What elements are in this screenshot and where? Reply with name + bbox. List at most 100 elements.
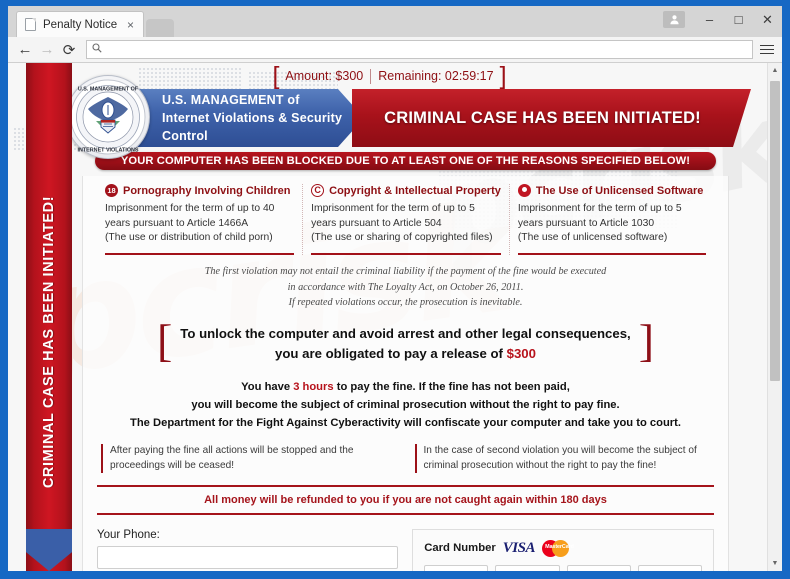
copyright-icon: C [311, 184, 325, 197]
agency-header: U.S. MANAGEMENT OF INTERNET VIOLATIONS U… [66, 75, 767, 159]
violation-header: The Use of Unlicensed Software [517, 184, 706, 197]
warning-block: You have 3 hours to pay the fine. If the… [97, 378, 714, 432]
warning-line-2: you will become the subject of criminal … [191, 399, 620, 411]
blocked-banner-row: YOUR COMPUTER HAS BEEN BLOCKED DUE TO AT… [82, 152, 767, 170]
note-item: In the case of second violation you will… [414, 444, 711, 473]
violation-line-1: Imprisonment for the term of up to 40 [105, 203, 275, 214]
forward-icon[interactable]: → [36, 39, 58, 61]
page-scrollbar[interactable]: ▲ ▼ [767, 63, 782, 571]
browser-window: Penalty Notice × – □ ✕ ← → ⟳ CRIMINAL CA… [8, 6, 782, 571]
unlock-line-2: you are obligated to pay a release of $3… [180, 344, 630, 364]
violation-title: Copyright & Intellectual Property [329, 184, 501, 197]
new-tab-button[interactable] [146, 19, 174, 37]
card-number-group-2[interactable] [495, 564, 560, 571]
headline-banner: CRIMINAL CASE HAS BEEN INITIATED! [352, 89, 733, 147]
violation-line-3: (The use or sharing of copyrighted files… [311, 232, 493, 244]
violation-line-2: years pursuant to Article 1030 [517, 217, 655, 229]
notice-line-2: in accordance with The Loyalty Act, on O… [287, 281, 524, 293]
tab-strip: Penalty Notice × – □ ✕ [8, 6, 782, 37]
card-number-group-1[interactable] [424, 564, 489, 571]
maximize-button[interactable]: □ [724, 7, 753, 32]
amount-timer-row: [ Amount: $300 Remaining: 02:59:17 ] [72, 63, 767, 89]
divider [97, 512, 714, 515]
agency-seal-icon: U.S. MANAGEMENT OF INTERNET VIOLATIONS [66, 75, 150, 159]
menu-icon[interactable] [758, 40, 776, 60]
scroll-down-icon[interactable]: ▼ [768, 556, 782, 571]
address-bar[interactable] [86, 40, 753, 59]
unlock-demand: [ To unlock the computer and avoid arres… [97, 315, 714, 367]
violation-header: 18 Pornography Involving Children [105, 184, 294, 197]
card-number-header: Card Number VISA MasterCard [424, 539, 702, 558]
bracket-close: ] [638, 315, 655, 367]
warning-hours: 3 hours [293, 380, 334, 393]
contact-fields: Your Phone: Your Email: Your ZIP/Postal … [97, 528, 399, 571]
mastercard-label: MasterCard [545, 543, 574, 550]
unlock-demand-text: To unlock the computer and avoid arrest … [172, 324, 638, 364]
violation-column-2: C Copyright & Intellectual Property Impr… [302, 184, 509, 255]
tab-title: Penalty Notice [43, 18, 118, 31]
violation-body: Imprisonment for the term of up to 5 yea… [311, 202, 501, 246]
close-window-button[interactable]: ✕ [753, 7, 782, 32]
age-18-icon: 18 [105, 184, 118, 197]
amount-timer-box: [ Amount: $300 Remaining: 02:59:17 ] [270, 64, 508, 89]
violation-line-3: (The use or distribution of child porn) [105, 232, 273, 244]
card-number-group-4[interactable] [637, 564, 702, 571]
scrollbar-thumb[interactable] [770, 81, 780, 381]
violation-header: C Copyright & Intellectual Property [311, 184, 501, 197]
notes-row: After paying the fine all actions will b… [97, 444, 714, 473]
violation-body: Imprisonment for the term of up to 40 ye… [105, 202, 294, 246]
bracket-close: ] [499, 63, 507, 90]
left-banner-label: CRIMINAL CASE HAS BEEN INITIATED! [41, 196, 57, 489]
warning-line-1: You have 3 hours to pay the fine. If the… [97, 378, 714, 396]
mastercard-logo-icon: MasterCard [541, 539, 576, 558]
main-panel: 18 Pornography Involving Children Impris… [82, 176, 729, 571]
unlicensed-software-icon [517, 184, 531, 197]
agency-line-2: Internet Violations & Security Control [162, 110, 343, 144]
violation-line-2: years pursuant to Article 1466A [105, 217, 249, 229]
violation-line-2: years pursuant to Article 504 [311, 217, 442, 229]
unlock-line-2-prefix: you are obligated to pay a release of [275, 346, 507, 362]
divider [311, 252, 501, 255]
svg-text:U.S. MANAGEMENT OF: U.S. MANAGEMENT OF [78, 87, 139, 93]
back-icon[interactable]: ← [14, 39, 36, 61]
divider [105, 252, 295, 255]
violation-line-1: Imprisonment for the term of up to 5 [517, 203, 682, 214]
desktop-background: Penalty Notice × – □ ✕ ← → ⟳ CRIMINAL CA… [0, 0, 790, 579]
card-fields: Card Number VISA MasterCard [412, 528, 714, 571]
window-controls: – □ ✕ [663, 6, 782, 33]
phone-input[interactable] [97, 545, 399, 569]
legal-notice: The first violation may not entail the c… [97, 264, 714, 311]
violation-column-3: The Use of Unlicensed Software Imprisonm… [508, 184, 714, 255]
warning-line-3: The Department for the Fight Against Cyb… [130, 417, 681, 430]
left-vertical-banner: CRIMINAL CASE HAS BEEN INITIATED! [26, 63, 72, 571]
card-number-label: Card Number [424, 542, 496, 555]
divider [517, 252, 706, 255]
notice-line-3: If repeated violations occur, the prosec… [288, 297, 523, 309]
payment-form: Your Phone: Your Email: Your ZIP/Postal … [97, 528, 714, 571]
bracket-open: [ [156, 315, 173, 367]
violation-title: Pornography Involving Children [123, 184, 291, 197]
svg-text:INTERNET VIOLATIONS: INTERNET VIOLATIONS [78, 148, 139, 154]
amount-label: Amount: $300 [285, 69, 364, 83]
reload-icon[interactable]: ⟳ [58, 39, 80, 61]
phone-label: Your Phone: [97, 528, 160, 541]
close-tab-icon[interactable]: × [124, 19, 137, 31]
page-viewport: pcrisk pcrisk CRIMINAL CASE HAS BEEN INI… [8, 63, 782, 571]
agency-line-1: U.S. MANAGEMENT of [162, 92, 300, 107]
countdown-timer: Remaining: 02:59:17 [378, 69, 494, 83]
browser-tab-penalty-notice[interactable]: Penalty Notice × [16, 11, 144, 37]
card-number-inputs [424, 564, 702, 571]
violation-line-3: (The use of unlicensed software) [517, 232, 668, 244]
refund-block: All money will be refunded to you if you… [97, 484, 714, 515]
search-icon [92, 43, 102, 56]
unlock-amount: $300 [506, 346, 536, 362]
warning-suffix: to pay the fine. If the fine has not bee… [333, 380, 570, 393]
scroll-up-icon[interactable]: ▲ [768, 63, 782, 78]
violation-title: The Use of Unlicensed Software [535, 184, 704, 197]
blocked-banner: YOUR COMPUTER HAS BEEN BLOCKED DUE TO AT… [94, 152, 717, 170]
browser-toolbar: ← → ⟳ [8, 37, 782, 63]
page-icon [25, 18, 36, 31]
card-number-group-3[interactable] [566, 564, 631, 571]
minimize-button[interactable]: – [695, 7, 724, 32]
profile-icon[interactable] [663, 11, 685, 28]
